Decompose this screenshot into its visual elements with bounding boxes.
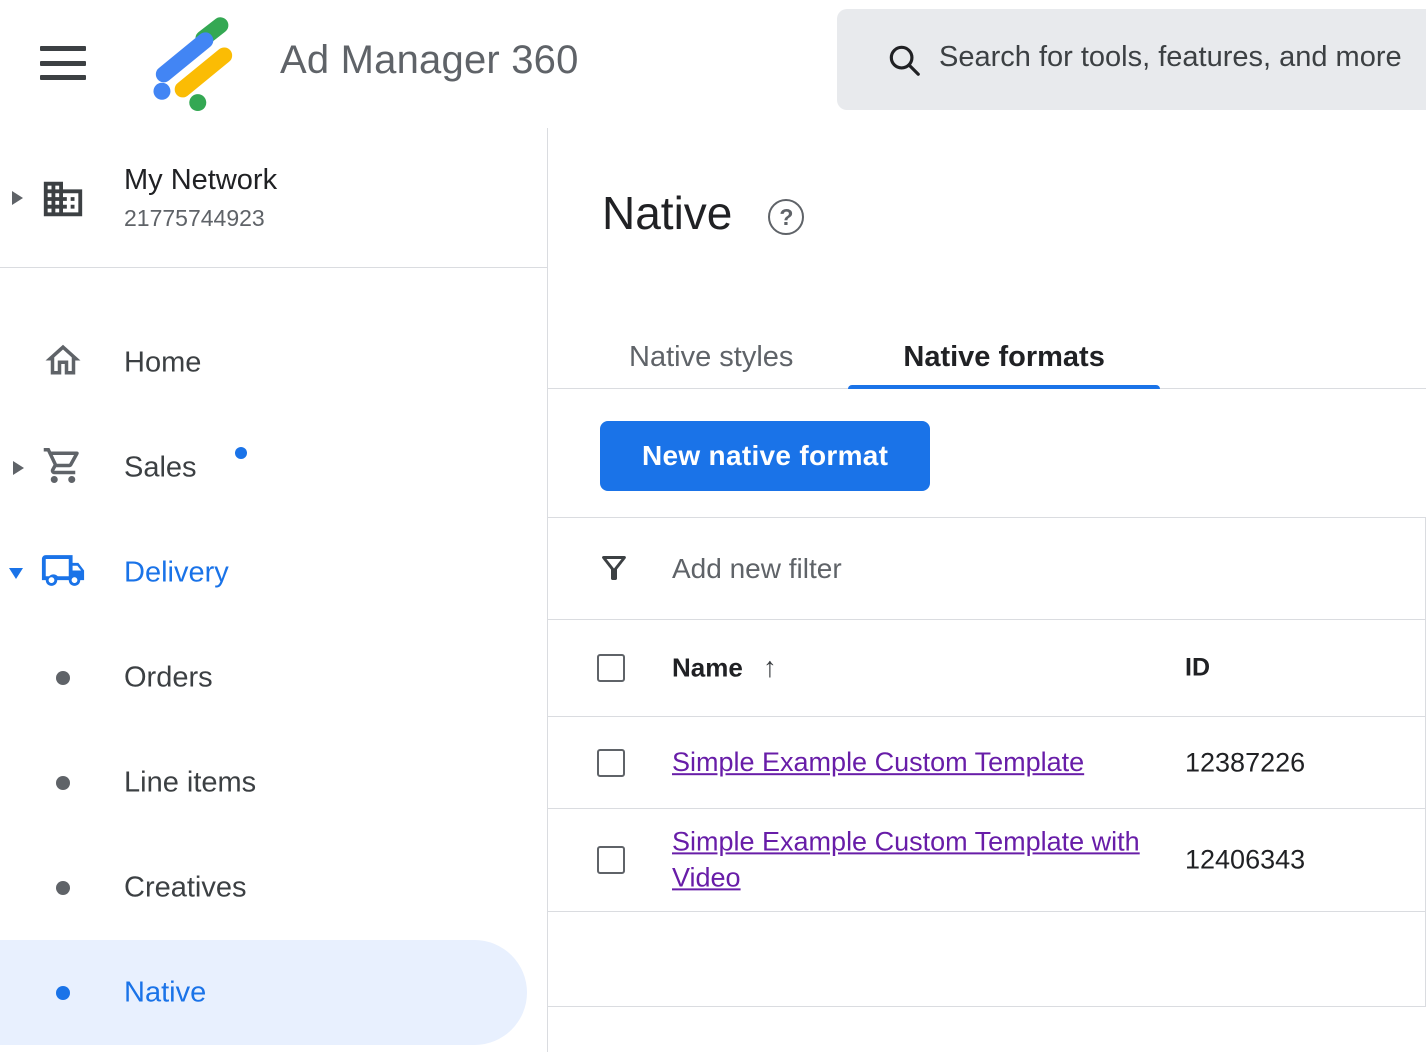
column-header-id[interactable]: ID	[1185, 654, 1210, 683]
truck-icon	[40, 547, 86, 598]
chevron-down-icon	[9, 568, 23, 579]
sidebar-item-label: Home	[124, 346, 201, 379]
sidebar-item-label: Orders	[124, 661, 213, 694]
sort-ascending-icon[interactable]: ↑	[763, 652, 777, 683]
native-format-link[interactable]: Simple Example Custom Template	[672, 747, 1084, 777]
table-header-row: Name ↑ ID	[548, 620, 1425, 717]
table-row: Simple Example Custom Template with Vide…	[548, 809, 1425, 912]
sidebar-item-orders[interactable]: Orders	[0, 625, 547, 730]
bullet-icon	[56, 986, 70, 1000]
native-formats-table: Name ↑ ID Simple Example Custom Template …	[548, 620, 1425, 1007]
page-title: Native	[602, 186, 732, 240]
toolbar: New native format	[600, 421, 1426, 491]
bullet-icon	[56, 671, 70, 685]
tab-bar: Native styles Native formats	[548, 326, 1426, 389]
sidebar-item-home[interactable]: Home	[0, 310, 547, 415]
sidebar-item-native[interactable]: Native	[0, 940, 527, 1045]
bullet-icon	[56, 776, 70, 790]
native-format-id: 12406343	[1185, 845, 1305, 876]
filter-icon	[596, 550, 632, 591]
home-icon	[40, 339, 86, 386]
chevron-right-icon	[12, 191, 23, 205]
building-icon	[40, 176, 86, 227]
ad-manager-logo-icon	[148, 14, 240, 110]
menu-icon[interactable]	[40, 46, 86, 80]
sidebar-item-label: Line items	[124, 766, 256, 799]
app-title: Ad Manager 360	[280, 38, 579, 83]
sidebar-item-sales[interactable]: Sales	[0, 415, 547, 520]
sidebar-item-label: Native	[124, 976, 206, 1009]
select-all-checkbox[interactable]	[597, 654, 625, 682]
column-header-name[interactable]: Name	[672, 653, 743, 683]
cart-icon	[40, 444, 86, 491]
page-header: Native ?	[602, 186, 1426, 240]
new-native-format-button[interactable]: New native format	[600, 421, 930, 491]
sidebar-item-label: Creatives	[124, 871, 247, 904]
network-selector[interactable]: My Network 21775744923	[0, 128, 547, 268]
network-info: My Network 21775744923	[124, 164, 277, 232]
sidebar-nav: Home Sales Delivery Orders	[0, 268, 547, 1045]
native-formats-panel: Add new filter Name ↑ ID Simple Example C…	[548, 517, 1426, 1007]
help-icon[interactable]: ?	[768, 199, 804, 235]
add-filter-label: Add new filter	[672, 553, 842, 585]
sidebar-item-line-items[interactable]: Line items	[0, 730, 547, 835]
table-row: Simple Example Custom Template 12387226	[548, 717, 1425, 809]
network-name: My Network	[124, 164, 277, 197]
sidebar-item-creatives[interactable]: Creatives	[0, 835, 547, 940]
network-id: 21775744923	[124, 205, 277, 232]
search-placeholder: Search for tools, features, and more	[939, 41, 1402, 74]
tab-native-formats[interactable]: Native formats	[848, 326, 1159, 388]
search-bar[interactable]: Search for tools, features, and more	[837, 9, 1426, 110]
sidebar-item-label: Delivery	[124, 556, 229, 589]
filter-bar[interactable]: Add new filter	[548, 517, 1425, 620]
sidebar-item-label: Sales	[124, 451, 197, 484]
table-footer-strip	[548, 912, 1425, 1007]
native-format-id: 12387226	[1185, 747, 1305, 778]
sidebar: My Network 21775744923 Home Sales	[0, 128, 548, 1052]
native-format-link[interactable]: Simple Example Custom Template with Vide…	[672, 826, 1140, 892]
bullet-icon	[56, 881, 70, 895]
top-app-bar: Ad Manager 360 Search for tools, feature…	[0, 0, 1426, 128]
row-checkbox[interactable]	[597, 749, 625, 777]
sidebar-item-delivery[interactable]: Delivery	[0, 520, 547, 625]
tab-native-styles[interactable]: Native styles	[574, 326, 848, 388]
main-content: Native ? Native styles Native formats Ne…	[548, 128, 1426, 1052]
notification-dot	[235, 447, 247, 459]
row-checkbox[interactable]	[597, 846, 625, 874]
search-icon	[885, 41, 923, 84]
chevron-right-icon	[13, 461, 24, 475]
